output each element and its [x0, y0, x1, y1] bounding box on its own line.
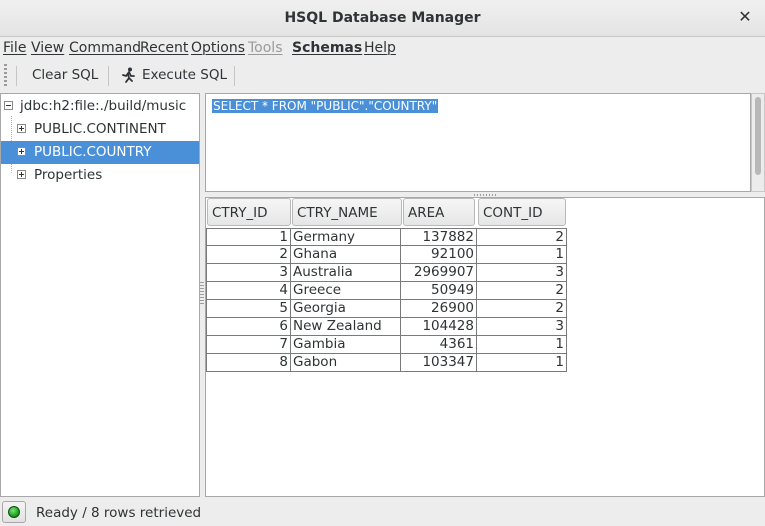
status-bar: Ready / 8 rows retrieved: [0, 499, 765, 526]
tree-item-properties[interactable]: Properties: [1, 164, 199, 187]
sql-scrollbar-thumb[interactable]: [755, 97, 761, 175]
sql-editor[interactable]: SELECT * FROM "PUBLIC"."COUNTRY": [205, 93, 751, 192]
tree-item-country[interactable]: PUBLIC.COUNTRY: [1, 141, 199, 164]
tree-root-label: jdbc:h2:file:./build/music: [20, 98, 187, 114]
table-cell[interactable]: 2: [477, 282, 567, 300]
table-cell[interactable]: 6: [206, 318, 291, 336]
toolbar-separator: [234, 66, 235, 86]
execute-sql-button[interactable]: Execute SQL: [120, 67, 227, 83]
execute-sql-label: Execute SQL: [142, 67, 227, 83]
expand-icon[interactable]: [17, 170, 26, 179]
menu-options[interactable]: Options: [191, 40, 245, 56]
sql-scrollbar[interactable]: [751, 93, 765, 192]
menu-command[interactable]: Command: [69, 40, 141, 56]
table-cell[interactable]: Greece: [291, 282, 401, 300]
table-cell[interactable]: 1: [477, 354, 567, 372]
close-icon[interactable]: ✕: [735, 7, 755, 27]
table-cell[interactable]: Gambia: [291, 336, 401, 354]
table-cell[interactable]: 92100: [401, 246, 477, 264]
menu-file[interactable]: File: [3, 40, 26, 56]
table-cell[interactable]: Gabon: [291, 354, 401, 372]
table-cell[interactable]: 137882: [401, 228, 477, 246]
status-ok-icon: [2, 501, 26, 523]
table-cell[interactable]: Ghana: [291, 246, 401, 264]
column-header[interactable]: CTRY_ID: [207, 198, 291, 226]
tree-item-label: PUBLIC.CONTINENT: [34, 121, 166, 137]
table-cell[interactable]: 3: [477, 264, 567, 282]
results-table: CTRY_ID CTRY_NAME AREA CONT_ID 1 Germany 1…: [205, 197, 765, 497]
tree-item-label: PUBLIC.COUNTRY: [34, 144, 152, 160]
toolbar: Clear SQL Execute SQL: [0, 61, 765, 91]
tree-item-continent[interactable]: PUBLIC.CONTINENT: [1, 118, 199, 141]
table-cell[interactable]: 2969907: [401, 264, 477, 282]
toolbar-separator: [108, 66, 109, 86]
collapse-icon[interactable]: [4, 101, 13, 110]
table-cell[interactable]: 50949: [401, 282, 477, 300]
menu-help[interactable]: Help: [364, 40, 396, 56]
status-text: Ready / 8 rows retrieved: [36, 505, 202, 521]
table-cell[interactable]: 3: [206, 264, 291, 282]
table-cell[interactable]: 1: [477, 336, 567, 354]
horizontal-splitter[interactable]: [474, 194, 496, 196]
table-cell[interactable]: 1: [477, 246, 567, 264]
toolbar-grip[interactable]: [4, 64, 7, 86]
table-cell[interactable]: Australia: [291, 264, 401, 282]
column-header[interactable]: CTRY_NAME: [292, 198, 402, 226]
table-cell[interactable]: Georgia: [291, 300, 401, 318]
tree-item-label: Properties: [34, 167, 103, 183]
table-cell[interactable]: 7: [206, 336, 291, 354]
title-bar: HSQL Database Manager ✕: [0, 0, 765, 37]
menu-recent[interactable]: Recent: [140, 40, 188, 56]
menu-view[interactable]: View: [31, 40, 64, 56]
table-cell[interactable]: 8: [206, 354, 291, 372]
table-cell[interactable]: 26900: [401, 300, 477, 318]
table-cell[interactable]: 1: [206, 228, 291, 246]
menu-schemas[interactable]: Schemas: [292, 40, 362, 56]
column-header[interactable]: CONT_ID: [478, 198, 566, 226]
table-cell[interactable]: 4361: [401, 336, 477, 354]
expand-icon[interactable]: [17, 124, 26, 133]
table-cell[interactable]: 5: [206, 300, 291, 318]
table-cell[interactable]: 2: [477, 300, 567, 318]
tree-root[interactable]: jdbc:h2:file:./build/music: [1, 95, 199, 118]
column-header[interactable]: AREA: [403, 198, 475, 226]
expand-icon[interactable]: [17, 147, 26, 156]
table-cell[interactable]: 4: [206, 282, 291, 300]
sql-text: SELECT * FROM "PUBLIC"."COUNTRY": [212, 99, 439, 113]
table-cell[interactable]: New Zealand: [291, 318, 401, 336]
table-cell[interactable]: 3: [477, 318, 567, 336]
table-cell[interactable]: 2: [206, 246, 291, 264]
toolbar-separator: [16, 66, 17, 86]
clear-sql-label: Clear SQL: [32, 67, 99, 83]
menu-tools: Tools: [248, 40, 283, 56]
table-cell[interactable]: 103347: [401, 354, 477, 372]
table-cell[interactable]: Germany: [291, 228, 401, 246]
clear-sql-button[interactable]: Clear SQL: [32, 67, 98, 83]
menu-bar: File View Command Recent Options Tools S…: [0, 38, 765, 60]
window-title: HSQL Database Manager: [284, 10, 481, 26]
runner-icon: [122, 67, 135, 83]
table-cell[interactable]: 104428: [401, 318, 477, 336]
vertical-splitter[interactable]: [200, 282, 204, 304]
schema-tree: jdbc:h2:file:./build/music PUBLIC.CONTIN…: [0, 93, 200, 497]
table-cell[interactable]: 2: [477, 228, 567, 246]
